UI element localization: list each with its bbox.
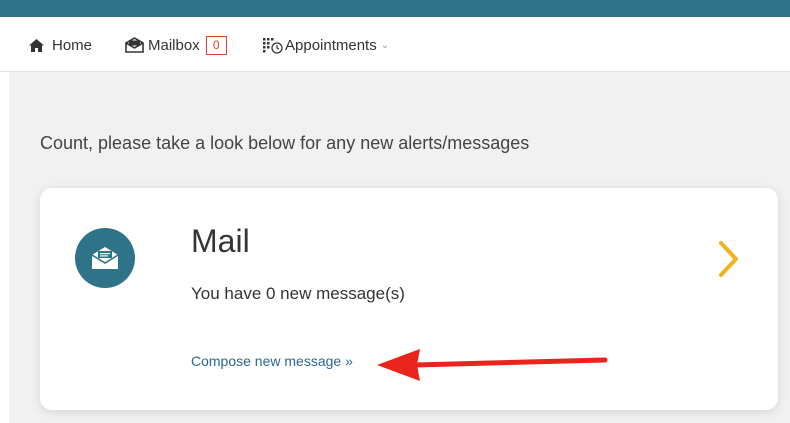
nav-home-label: Home bbox=[52, 36, 93, 54]
nav-appointments-label: Appointments bbox=[285, 36, 377, 54]
top-accent-bar bbox=[0, 0, 790, 17]
nav-mailbox[interactable]: Mailbox 0 bbox=[124, 34, 227, 56]
mailbox-count-badge: 0 bbox=[205, 35, 227, 55]
mail-card-title: Mail bbox=[191, 223, 250, 259]
appointments-icon bbox=[262, 37, 284, 54]
mailbox-icon bbox=[124, 37, 145, 53]
annotation-arrow bbox=[375, 345, 610, 390]
nav-appointments[interactable]: Appointments ⌄ bbox=[262, 34, 389, 56]
nav-home[interactable]: Home bbox=[28, 34, 92, 56]
nav-mailbox-label: Mailbox bbox=[148, 36, 200, 54]
left-edge-strip bbox=[0, 72, 9, 423]
compose-new-message-link[interactable]: Compose new message » bbox=[191, 353, 353, 369]
new-messages-text: You have 0 new message(s) bbox=[191, 284, 405, 303]
greeting-text: Count, please take a look below for any … bbox=[40, 133, 530, 153]
top-navigation: Home Mailbox 0 Appointments ⌄ bbox=[0, 17, 790, 72]
chevron-right-icon[interactable] bbox=[718, 240, 740, 283]
home-icon bbox=[28, 38, 45, 53]
mail-envelope-icon bbox=[75, 228, 135, 288]
chevron-down-icon: ⌄ bbox=[380, 39, 390, 51]
